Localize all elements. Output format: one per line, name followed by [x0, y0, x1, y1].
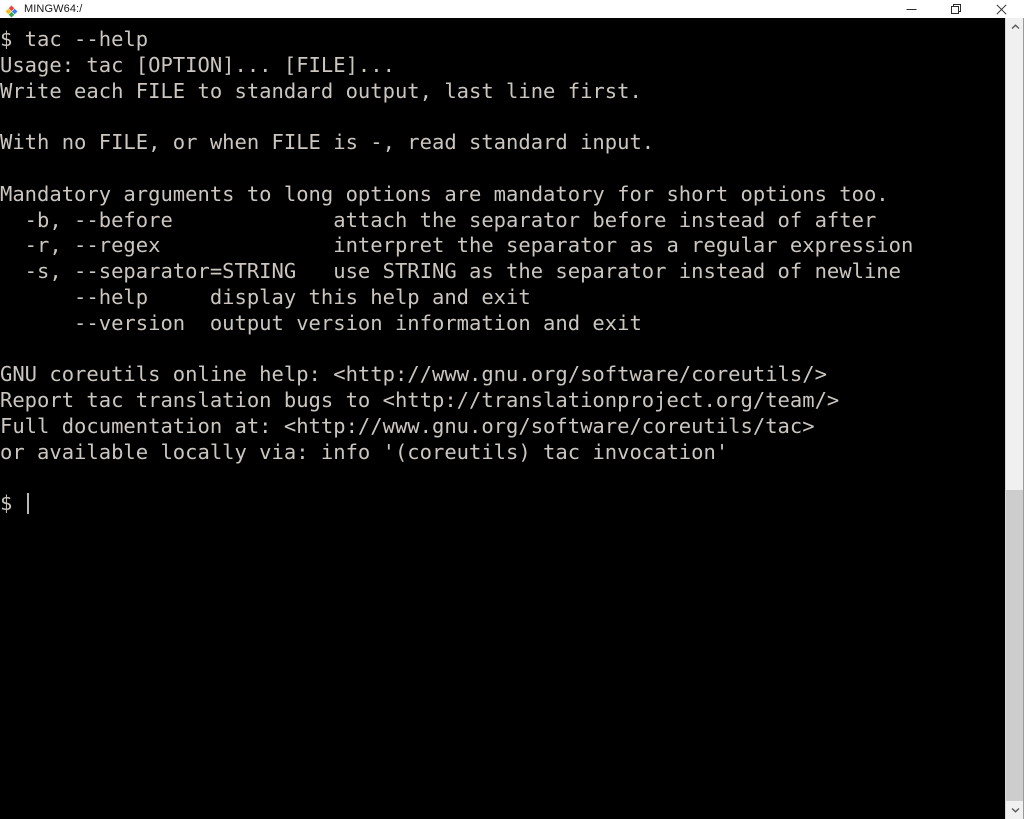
terminal-window: MINGW64:/ $ tac --help Usage: tac [OPTIO…: [0, 0, 1024, 819]
terminal-prompt-line: $: [0, 491, 1005, 517]
terminal-line: Mandatory arguments to long options are …: [0, 181, 889, 206]
scrollbar-thumb[interactable]: [1006, 490, 1024, 801]
window-controls: [889, 0, 1024, 18]
chevron-up-icon[interactable]: [1006, 18, 1024, 36]
title-bar-left: MINGW64:/: [0, 3, 83, 17]
terminal-line: -b, --before attach the separator before…: [0, 207, 877, 232]
terminal-line: or available locally via: info '(coreuti…: [0, 439, 729, 464]
terminal-output: $ tac --help Usage: tac [OPTION]... [FIL…: [0, 18, 1005, 517]
shell-prompt: $: [0, 491, 25, 516]
close-button[interactable]: [979, 0, 1024, 18]
title-bar[interactable]: MINGW64:/: [0, 0, 1024, 18]
vertical-scrollbar[interactable]: [1005, 18, 1024, 819]
terminal-line: Usage: tac [OPTION]... [FILE]...: [0, 52, 395, 77]
terminal-line: Full documentation at: <http://www.gnu.o…: [0, 413, 815, 438]
mintty-icon: [5, 3, 18, 17]
maximize-button[interactable]: [934, 0, 979, 18]
terminal-line: Write each FILE to standard output, last…: [0, 78, 642, 103]
terminal-line: Report tac translation bugs to <http://t…: [0, 388, 840, 413]
scrollbar-track[interactable]: [1006, 36, 1024, 801]
terminal-line: -r, --regex interpret the separator as a…: [0, 233, 914, 258]
terminal-screen[interactable]: $ tac --help Usage: tac [OPTION]... [FIL…: [0, 18, 1005, 819]
terminal-line: -s, --separator=STRING use STRING as the…: [0, 259, 901, 284]
terminal-line: With no FILE, or when FILE is -, read st…: [0, 130, 655, 155]
terminal-line: --version output version information and…: [0, 310, 642, 335]
window-title: MINGW64:/: [24, 3, 83, 15]
terminal-line: GNU coreutils online help: <http://www.g…: [0, 362, 827, 387]
chevron-down-icon[interactable]: [1006, 801, 1024, 819]
terminal-line: $ tac --help: [0, 27, 149, 51]
minimize-button[interactable]: [889, 0, 934, 18]
text-cursor[interactable]: [26, 493, 29, 515]
terminal-line: --help display this help and exit: [0, 284, 531, 309]
